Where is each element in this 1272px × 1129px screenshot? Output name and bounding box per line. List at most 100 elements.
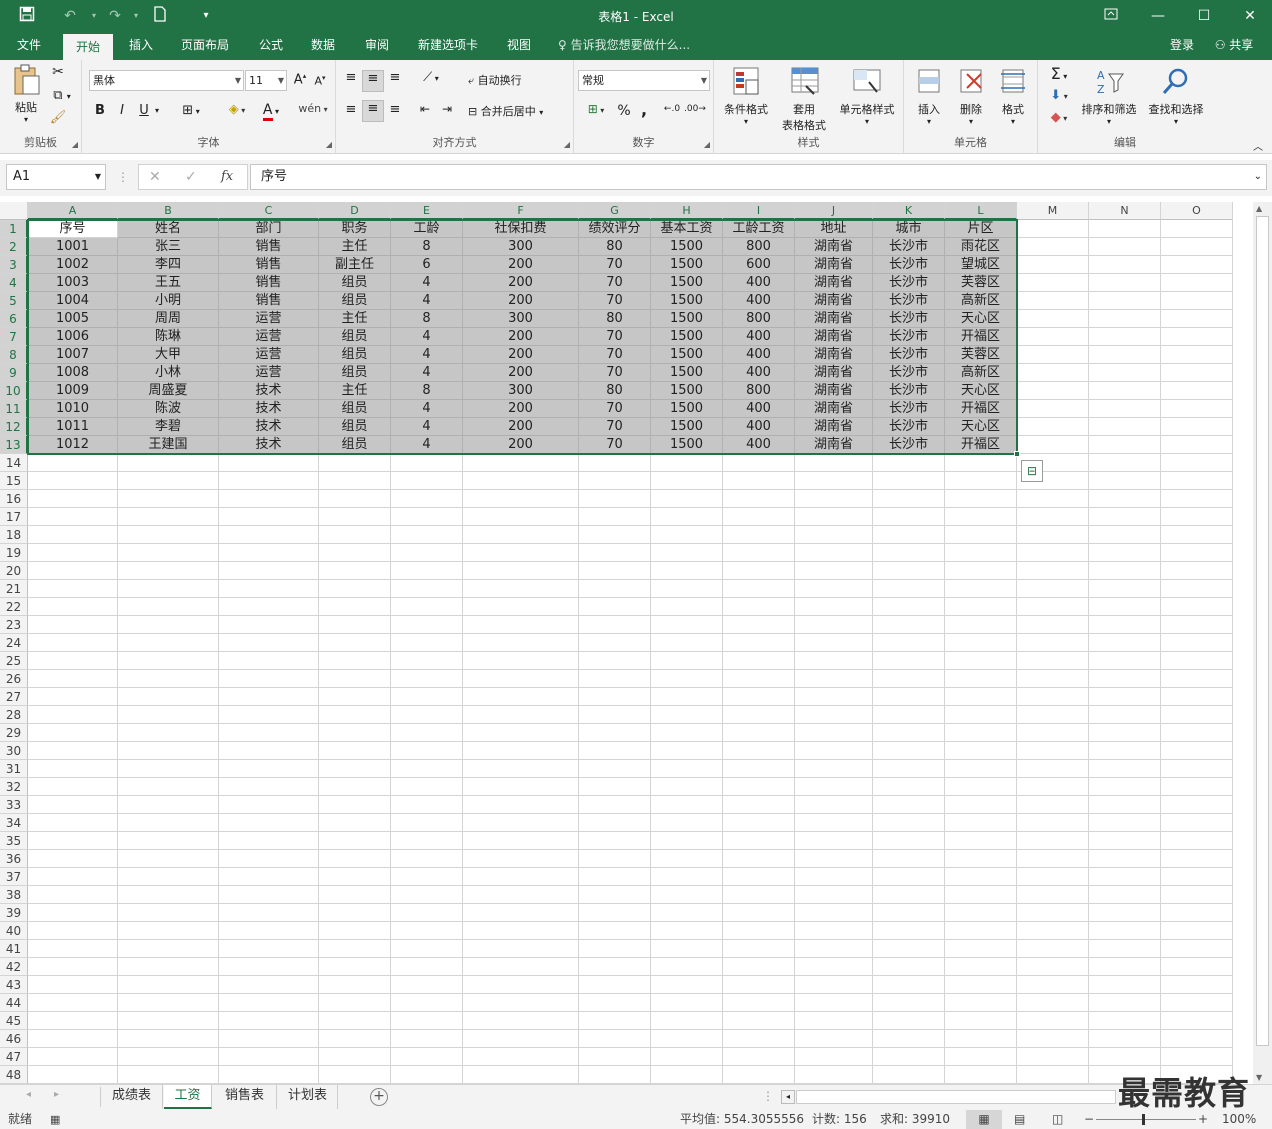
cell-O42[interactable]	[1161, 958, 1233, 976]
cell-F18[interactable]	[463, 526, 579, 544]
cell-G15[interactable]	[579, 472, 651, 490]
cell-M2[interactable]	[1017, 238, 1089, 256]
cell-I35[interactable]	[723, 832, 795, 850]
cell-D8[interactable]: 组员	[319, 346, 391, 364]
cell-D22[interactable]	[319, 598, 391, 616]
cell-M39[interactable]	[1017, 904, 1089, 922]
cell-L12[interactable]: 天心区	[945, 418, 1017, 436]
cell-L19[interactable]	[945, 544, 1017, 562]
cell-I8[interactable]: 400	[723, 346, 795, 364]
cell-O24[interactable]	[1161, 634, 1233, 652]
cell-G42[interactable]	[579, 958, 651, 976]
cell-D18[interactable]	[319, 526, 391, 544]
cell-K31[interactable]	[873, 760, 945, 778]
cell-K14[interactable]	[873, 454, 945, 472]
cell-C44[interactable]	[219, 994, 319, 1012]
cell-D1[interactable]: 职务	[319, 220, 391, 238]
cell-D19[interactable]	[319, 544, 391, 562]
cell-C36[interactable]	[219, 850, 319, 868]
cell-A23[interactable]	[28, 616, 118, 634]
cell-G26[interactable]	[579, 670, 651, 688]
cell-F28[interactable]	[463, 706, 579, 724]
cell-I20[interactable]	[723, 562, 795, 580]
cell-F20[interactable]	[463, 562, 579, 580]
cell-B47[interactable]	[118, 1048, 219, 1066]
cell-F46[interactable]	[463, 1030, 579, 1048]
cell-B43[interactable]	[118, 976, 219, 994]
cell-M37[interactable]	[1017, 868, 1089, 886]
cell-C38[interactable]	[219, 886, 319, 904]
cell-A6[interactable]: 1005	[28, 310, 118, 328]
cell-F4[interactable]: 200	[463, 274, 579, 292]
cell-D20[interactable]	[319, 562, 391, 580]
cell-C29[interactable]	[219, 724, 319, 742]
cell-M38[interactable]	[1017, 886, 1089, 904]
cell-E24[interactable]	[391, 634, 463, 652]
cell-M11[interactable]	[1017, 400, 1089, 418]
cell-C18[interactable]	[219, 526, 319, 544]
cell-C2[interactable]: 销售	[219, 238, 319, 256]
cell-A40[interactable]	[28, 922, 118, 940]
cell-I6[interactable]: 800	[723, 310, 795, 328]
align-bottom-icon[interactable]: ≡	[386, 70, 404, 90]
cell-J9[interactable]: 湖南省	[795, 364, 873, 382]
cell-B44[interactable]	[118, 994, 219, 1012]
cell-L15[interactable]	[945, 472, 1017, 490]
cell-A28[interactable]	[28, 706, 118, 724]
cell-I29[interactable]	[723, 724, 795, 742]
cell-F5[interactable]: 200	[463, 292, 579, 310]
prev-sheet-icon[interactable]: ◂	[26, 1089, 31, 1100]
row-header-29[interactable]: 29	[0, 724, 28, 742]
cell-N43[interactable]	[1089, 976, 1161, 994]
align-center-icon[interactable]: ≡	[362, 100, 384, 122]
cell-B1[interactable]: 姓名	[118, 220, 219, 238]
column-header-H[interactable]: H	[651, 202, 723, 220]
row-header-23[interactable]: 23	[0, 616, 28, 634]
fill-color-icon[interactable]: ◈ ▾	[222, 102, 252, 117]
cell-C47[interactable]	[219, 1048, 319, 1066]
cell-M24[interactable]	[1017, 634, 1089, 652]
cell-B29[interactable]	[118, 724, 219, 742]
ribbon-display-icon[interactable]	[1098, 4, 1124, 28]
row-header-28[interactable]: 28	[0, 706, 28, 724]
cell-G4[interactable]: 70	[579, 274, 651, 292]
borders-icon[interactable]: ⊞ ▾	[176, 103, 206, 118]
cell-J33[interactable]	[795, 796, 873, 814]
cell-A16[interactable]	[28, 490, 118, 508]
cell-G31[interactable]	[579, 760, 651, 778]
cell-I13[interactable]: 400	[723, 436, 795, 454]
cell-F44[interactable]	[463, 994, 579, 1012]
cell-E9[interactable]: 4	[391, 364, 463, 382]
cell-C16[interactable]	[219, 490, 319, 508]
cell-O43[interactable]	[1161, 976, 1233, 994]
cell-H44[interactable]	[651, 994, 723, 1012]
increase-decimal-icon[interactable]: ←.0	[662, 104, 682, 114]
cell-I4[interactable]: 400	[723, 274, 795, 292]
cell-H3[interactable]: 1500	[651, 256, 723, 274]
cell-O26[interactable]	[1161, 670, 1233, 688]
bold-button[interactable]: B	[92, 103, 108, 118]
row-header-15[interactable]: 15	[0, 472, 28, 490]
format-cells-button[interactable]: 格式 ▾	[994, 66, 1032, 126]
cell-M9[interactable]	[1017, 364, 1089, 382]
cell-B48[interactable]	[118, 1066, 219, 1084]
cell-D33[interactable]	[319, 796, 391, 814]
cell-F7[interactable]: 200	[463, 328, 579, 346]
cell-F13[interactable]: 200	[463, 436, 579, 454]
cell-A14[interactable]	[28, 454, 118, 472]
cell-N41[interactable]	[1089, 940, 1161, 958]
cell-B27[interactable]	[118, 688, 219, 706]
cell-N32[interactable]	[1089, 778, 1161, 796]
cell-N9[interactable]	[1089, 364, 1161, 382]
cell-O12[interactable]	[1161, 418, 1233, 436]
cell-B22[interactable]	[118, 598, 219, 616]
cell-A3[interactable]: 1002	[28, 256, 118, 274]
cell-N45[interactable]	[1089, 1012, 1161, 1030]
cell-C13[interactable]: 技术	[219, 436, 319, 454]
cell-C4[interactable]: 销售	[219, 274, 319, 292]
cell-J14[interactable]	[795, 454, 873, 472]
cell-K41[interactable]	[873, 940, 945, 958]
cell-K48[interactable]	[873, 1066, 945, 1084]
cell-D34[interactable]	[319, 814, 391, 832]
cell-L14[interactable]	[945, 454, 1017, 472]
